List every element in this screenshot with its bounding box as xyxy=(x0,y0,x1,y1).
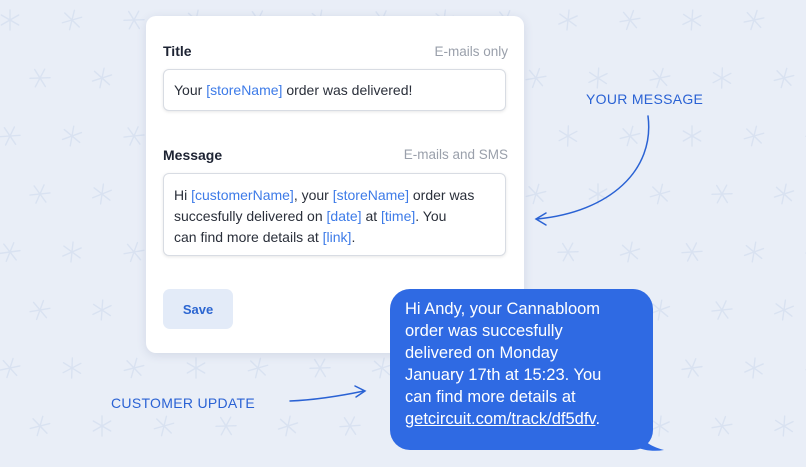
background-star-icon xyxy=(26,64,54,92)
sms-message-bubble: Hi Andy, your Cannabloom order was succe… xyxy=(390,289,653,450)
message-line: Hi [customerName], your [storeName] orde… xyxy=(174,187,475,203)
background-star-icon xyxy=(122,355,146,381)
background-star-icon xyxy=(27,296,53,324)
background-star-icon xyxy=(276,413,300,439)
background-star-icon xyxy=(554,238,582,266)
background-star-icon xyxy=(618,123,642,149)
sms-line: can find more details at xyxy=(405,388,576,406)
background-star-icon xyxy=(772,65,796,91)
background-star-icon xyxy=(708,180,736,208)
message-line: succesfully delivered on [date] at [time… xyxy=(174,208,447,224)
background-star-icon xyxy=(246,355,270,381)
background-star-icon xyxy=(91,298,113,322)
background-star-icon xyxy=(618,239,642,265)
background-star-icon xyxy=(90,65,114,91)
background-star-icon xyxy=(682,125,702,147)
your-message-callout: YOUR MESSAGE xyxy=(586,91,704,107)
sms-line: Hi Andy, your Cannabloom xyxy=(405,300,601,318)
background-star-icon xyxy=(306,354,334,382)
background-star-icon xyxy=(772,181,796,207)
template-variable: [time] xyxy=(381,208,416,224)
background-star-icon xyxy=(709,412,735,440)
background-star-icon xyxy=(337,412,363,440)
background-star-icon xyxy=(186,357,206,379)
background-star-icon xyxy=(62,357,82,379)
background-star-icon xyxy=(773,414,795,438)
template-variable: [link] xyxy=(322,229,352,245)
background-star-icon xyxy=(27,180,53,208)
background-star-icon xyxy=(773,298,795,322)
background-star-icon xyxy=(587,66,609,90)
sms-line: delivered on Monday xyxy=(405,344,559,362)
message-textarea[interactable]: Hi [customerName], your [storeName] orde… xyxy=(163,173,506,256)
message-hint: E-mails and SMS xyxy=(403,147,508,162)
background-star-icon xyxy=(92,415,112,437)
template-variable: [storeName] xyxy=(332,187,409,203)
background-star-icon xyxy=(558,125,578,147)
background-star-icon xyxy=(679,238,705,266)
background-star-icon xyxy=(588,183,608,205)
background-star-icon xyxy=(743,356,765,380)
background-star-icon xyxy=(121,122,147,150)
background-star-icon xyxy=(712,67,732,89)
background-star-icon xyxy=(681,8,703,32)
background-star-icon xyxy=(91,182,113,206)
background-star-icon xyxy=(61,240,83,264)
background-star-icon xyxy=(679,354,705,382)
background-star-icon xyxy=(524,181,548,207)
background-star-icon xyxy=(617,6,643,34)
background-star-icon xyxy=(0,9,20,31)
save-button[interactable]: Save xyxy=(163,289,233,329)
background-star-icon xyxy=(647,65,673,91)
template-variable: [storeName] xyxy=(206,82,283,98)
background-star-icon xyxy=(742,123,766,149)
message-line: can find more details at [link]. xyxy=(174,229,356,245)
background-star-icon xyxy=(121,238,147,266)
background-star-icon xyxy=(742,239,766,265)
background-star-icon xyxy=(523,64,549,92)
background-star-icon xyxy=(0,122,23,150)
background-star-icon xyxy=(60,123,84,149)
template-variable: [customerName] xyxy=(191,187,294,203)
template-variable: [date] xyxy=(326,208,362,224)
sms-line: January 17th at 15:23. You xyxy=(405,366,602,384)
message-label: Message xyxy=(163,147,223,163)
background-star-icon xyxy=(648,181,672,207)
background-star-icon xyxy=(120,6,148,34)
background-star-icon xyxy=(557,8,579,32)
background-star-icon xyxy=(0,238,23,266)
title-label: Title xyxy=(163,43,192,59)
background-star-icon xyxy=(152,413,176,439)
tracking-link[interactable]: getcircuit.com/track/df5dfv xyxy=(405,410,595,428)
title-input[interactable]: Your [storeName] order was delivered! xyxy=(163,69,506,111)
background-star-icon xyxy=(28,413,52,439)
customer-update-callout: CUSTOMER UPDATE xyxy=(111,395,255,411)
background-star-icon xyxy=(212,412,240,440)
title-hint: E-mails only xyxy=(434,44,508,59)
background-star-icon xyxy=(741,7,767,33)
sms-line: order was succesfully xyxy=(405,322,563,340)
background-star-icon xyxy=(709,296,735,324)
background-star-icon xyxy=(0,355,23,381)
background-star-icon xyxy=(60,7,84,33)
